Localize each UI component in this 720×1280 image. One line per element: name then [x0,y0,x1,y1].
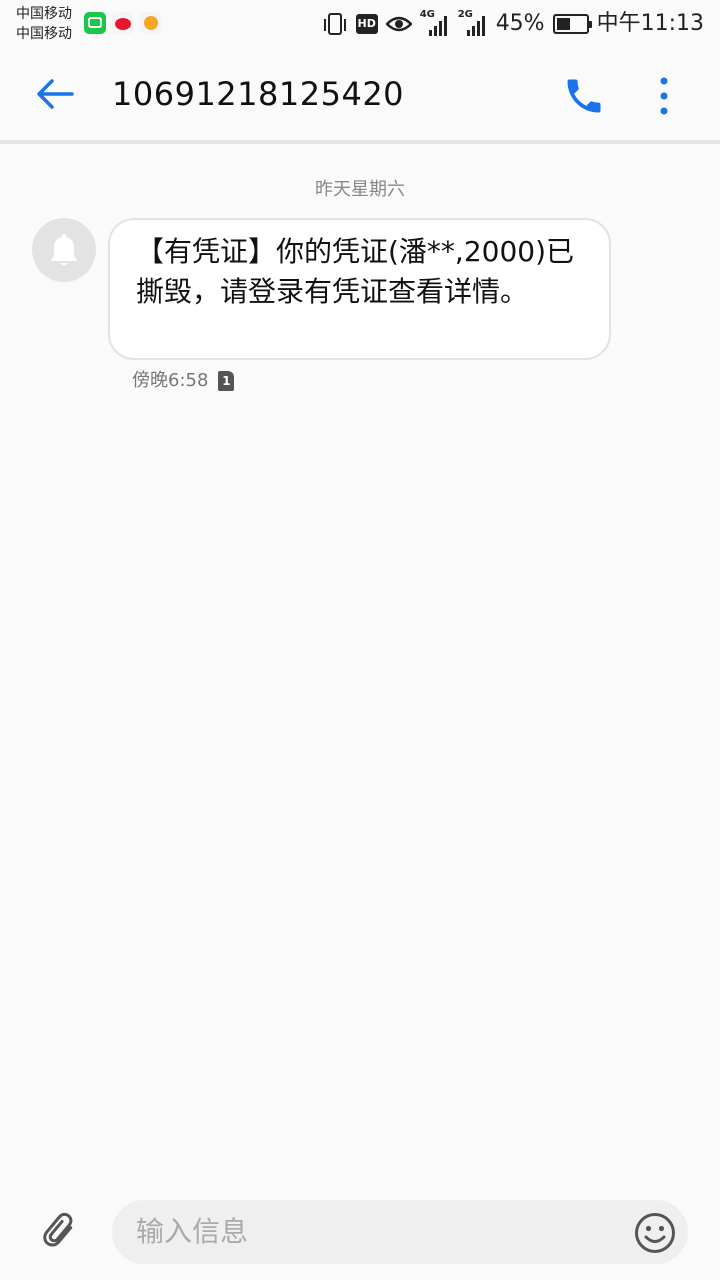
more-vertical-icon [660,77,668,115]
paperclip-icon [43,1212,73,1247]
battery-percent: 45% [495,11,545,36]
status-indicators: HD 4G 2G 45% 中午11:13 [322,8,704,40]
date-divider: 昨天星期六 [315,179,405,200]
message-input-placeholder: 输入信息 [136,1215,249,1248]
app-notification-icon [140,12,162,34]
call-button[interactable] [562,74,606,118]
phone-icon [567,79,601,113]
status-bar: 中国移动 中国移动 HD 4G 2G 45% 中午11:13 [0,0,720,48]
carrier-label-2: 中国移动 [16,26,72,42]
iqiyi-icon [84,12,106,34]
message-time: 傍晚6:58 [132,370,209,391]
conversation-title: 10691218125420 [112,75,405,113]
carrier-label-1: 中国移动 [16,6,72,22]
signal-2g-icon: 2G [458,10,488,36]
more-options-button[interactable] [644,74,684,118]
bell-icon [51,234,77,266]
message-bubble[interactable]: 【有凭证】你的凭证(潘**,2000)已撕毁，请登录有凭证查看详情。 [108,218,611,360]
weibo-icon [112,12,134,34]
smiley-icon [635,1213,675,1253]
conversation-toolbar: 10691218125420 [0,48,720,144]
eye-comfort-icon [385,15,412,33]
battery-icon [552,14,592,34]
message-input[interactable]: 输入信息 [112,1200,688,1264]
sim-card-icon: 1 [218,371,235,391]
message-meta: 傍晚6:58 1 [132,368,235,394]
compose-bar: 输入信息 [0,1180,720,1280]
notification-app-icons [84,12,162,34]
hd-icon: HD [355,14,378,34]
status-clock: 中午11:13 [596,11,704,36]
carrier-labels: 中国移动 中国移动 [16,4,72,44]
vibrate-icon [323,13,346,35]
signal-4g-icon: 4G [420,10,450,36]
message-text: 【有凭证】你的凭证(潘**,2000)已撕毁，请登录有凭证查看详情。 [136,235,575,308]
back-button[interactable] [32,72,76,116]
attach-button[interactable] [34,1210,78,1254]
messaging-screen: 中国移动 中国移动 HD 4G 2G 45% 中午11:13 106912181… [0,0,720,1280]
emoji-button[interactable] [634,1212,676,1254]
sender-avatar[interactable] [32,218,96,282]
battery-level-fill [556,18,570,30]
arrow-left-icon [37,79,74,109]
